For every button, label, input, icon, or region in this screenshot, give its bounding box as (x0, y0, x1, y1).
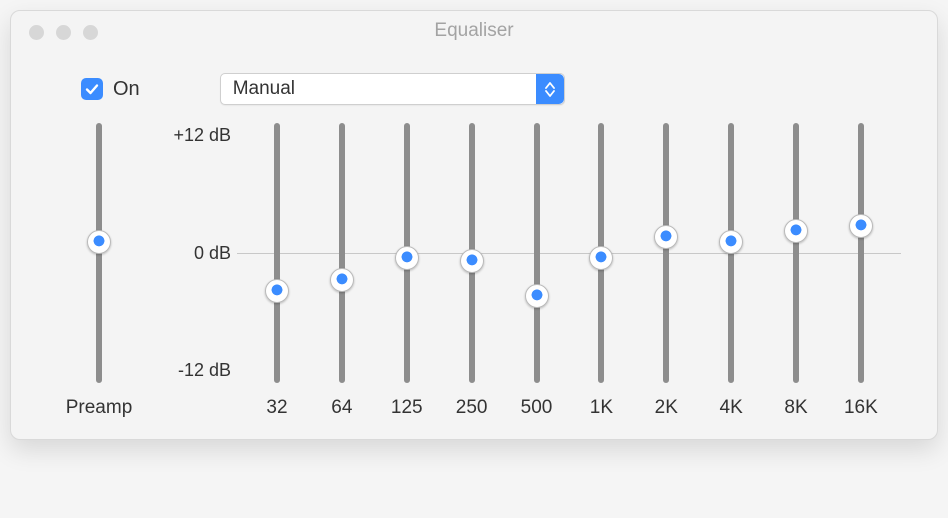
slider-thumb[interactable] (460, 249, 484, 273)
close-icon[interactable] (29, 25, 44, 40)
slider-thumb[interactable] (654, 225, 678, 249)
slider-track (534, 123, 540, 383)
top-controls: On Manual (11, 51, 937, 113)
preamp-slider[interactable] (69, 123, 129, 383)
minimize-icon[interactable] (56, 25, 71, 40)
band-label-125: 125 (377, 397, 437, 419)
slider-track (663, 123, 669, 383)
band-label-16K: 16K (831, 397, 891, 419)
checkmark-icon (84, 81, 100, 97)
equaliser-window: Equaliser On Manual Preamp (10, 10, 938, 440)
eq-area: Preamp +12 dB 0 dB -12 dB 32641252505001… (11, 113, 937, 439)
slider-track (274, 123, 280, 383)
band-slider-64[interactable] (312, 123, 372, 383)
band-labels: 32641252505001K2K4K8K16K (239, 383, 899, 419)
titlebar: Equaliser (11, 11, 937, 51)
band-slider-1K[interactable] (571, 123, 631, 383)
db-scale: +12 dB 0 dB -12 dB (149, 123, 239, 383)
band-slider-32[interactable] (247, 123, 307, 383)
band-slider-16K[interactable] (831, 123, 891, 383)
on-toggle[interactable]: On (81, 78, 140, 101)
slider-track (793, 123, 799, 383)
band-slider-2K[interactable] (636, 123, 696, 383)
band-label-8K: 8K (766, 397, 826, 419)
band-label-64: 64 (312, 397, 372, 419)
preamp-column: Preamp (49, 123, 149, 419)
window-controls (29, 25, 98, 40)
slider-thumb[interactable] (330, 268, 354, 292)
slider-thumb[interactable] (87, 230, 111, 254)
band-slider-125[interactable] (377, 123, 437, 383)
preset-value: Manual (233, 78, 295, 100)
zoom-icon[interactable] (83, 25, 98, 40)
preamp-label: Preamp (66, 383, 133, 419)
band-slider-4K[interactable] (701, 123, 761, 383)
db-mid: 0 dB (194, 243, 231, 264)
band-slider-500[interactable] (507, 123, 567, 383)
slider-track (858, 123, 864, 383)
band-slider-250[interactable] (442, 123, 502, 383)
band-slider-8K[interactable] (766, 123, 826, 383)
preset-select[interactable]: Manual (220, 73, 565, 105)
bands (239, 123, 899, 383)
band-label-4K: 4K (701, 397, 761, 419)
slider-thumb[interactable] (525, 284, 549, 308)
band-label-2K: 2K (636, 397, 696, 419)
slider-thumb[interactable] (589, 246, 613, 270)
slider-thumb[interactable] (784, 219, 808, 243)
band-label-500: 500 (507, 397, 567, 419)
on-label: On (113, 78, 140, 101)
updown-stepper-icon[interactable] (536, 74, 564, 104)
band-label-250: 250 (442, 397, 502, 419)
band-label-32: 32 (247, 397, 307, 419)
band-label-1K: 1K (571, 397, 631, 419)
slider-thumb[interactable] (849, 214, 873, 238)
window-title: Equaliser (11, 20, 937, 42)
slider-thumb[interactable] (719, 230, 743, 254)
db-bottom: -12 dB (178, 360, 231, 381)
bands-wrap: 32641252505001K2K4K8K16K (239, 123, 899, 419)
slider-thumb[interactable] (395, 246, 419, 270)
slider-track (339, 123, 345, 383)
db-top: +12 dB (173, 125, 231, 146)
slider-thumb[interactable] (265, 279, 289, 303)
checkbox-on[interactable] (81, 78, 103, 100)
